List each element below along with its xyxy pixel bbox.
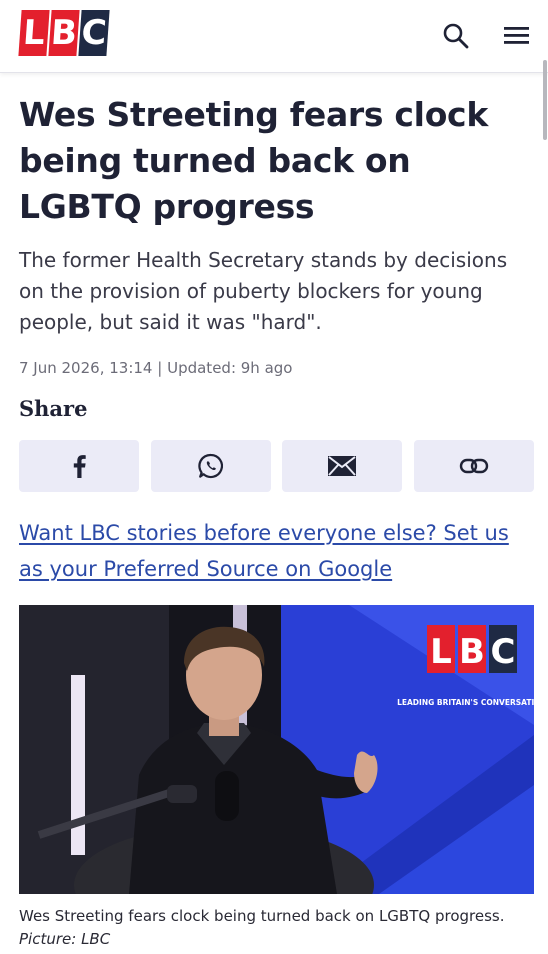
article-standfirst: The former Health Secretary stands by de…: [19, 248, 508, 334]
studio-photo: L B C LEADING BRITAIN'S CONVERSATION: [19, 605, 534, 894]
link-icon: [459, 458, 489, 474]
article-headline: Wes Streeting fears clock being turned b…: [19, 95, 488, 226]
meta-separator: |: [157, 359, 163, 377]
article-meta: 7 Jun 2026, 13:14 | Updated: 9h ago: [19, 359, 292, 377]
share-copy-link-button[interactable]: [413, 440, 534, 492]
site-header: L B C: [0, 0, 548, 73]
share-label: Share: [19, 396, 88, 421]
caption-text: Wes Streeting fears clock being turned b…: [19, 907, 505, 925]
share-email-button[interactable]: [282, 440, 403, 492]
hamburger-menu-icon: [504, 27, 529, 44]
share-facebook-button[interactable]: [19, 440, 139, 492]
preferred-source-link[interactable]: Want LBC stories before everyone else? S…: [19, 515, 529, 587]
email-icon: [328, 456, 357, 476]
logo-letter-c: C: [78, 10, 110, 56]
image-credit: Picture: LBC: [19, 930, 111, 948]
search-icon: [443, 23, 469, 49]
svg-text:L: L: [430, 632, 452, 672]
whatsapp-icon: [197, 453, 223, 479]
logo-letter-l: L: [18, 10, 50, 56]
lbc-logo[interactable]: L B C: [18, 10, 110, 60]
facebook-icon: [73, 455, 86, 478]
share-buttons: [19, 440, 534, 492]
search-button[interactable]: [440, 20, 472, 52]
logo-letter-b: B: [48, 10, 80, 56]
svg-text:B: B: [459, 632, 485, 672]
share-whatsapp-button[interactable]: [150, 440, 271, 492]
article-image[interactable]: L B C LEADING BRITAIN'S CONVERSATION: [19, 605, 534, 894]
scrollbar[interactable]: [543, 60, 547, 140]
menu-button[interactable]: [501, 22, 533, 50]
svg-text:C: C: [491, 632, 516, 672]
studio-tagline: LEADING BRITAIN'S CONVERSATION: [397, 698, 534, 707]
image-caption: Wes Streeting fears clock being turned b…: [19, 905, 539, 951]
updated-time: Updated: 9h ago: [167, 359, 293, 377]
published-date: 7 Jun 2026, 13:14: [19, 359, 153, 377]
